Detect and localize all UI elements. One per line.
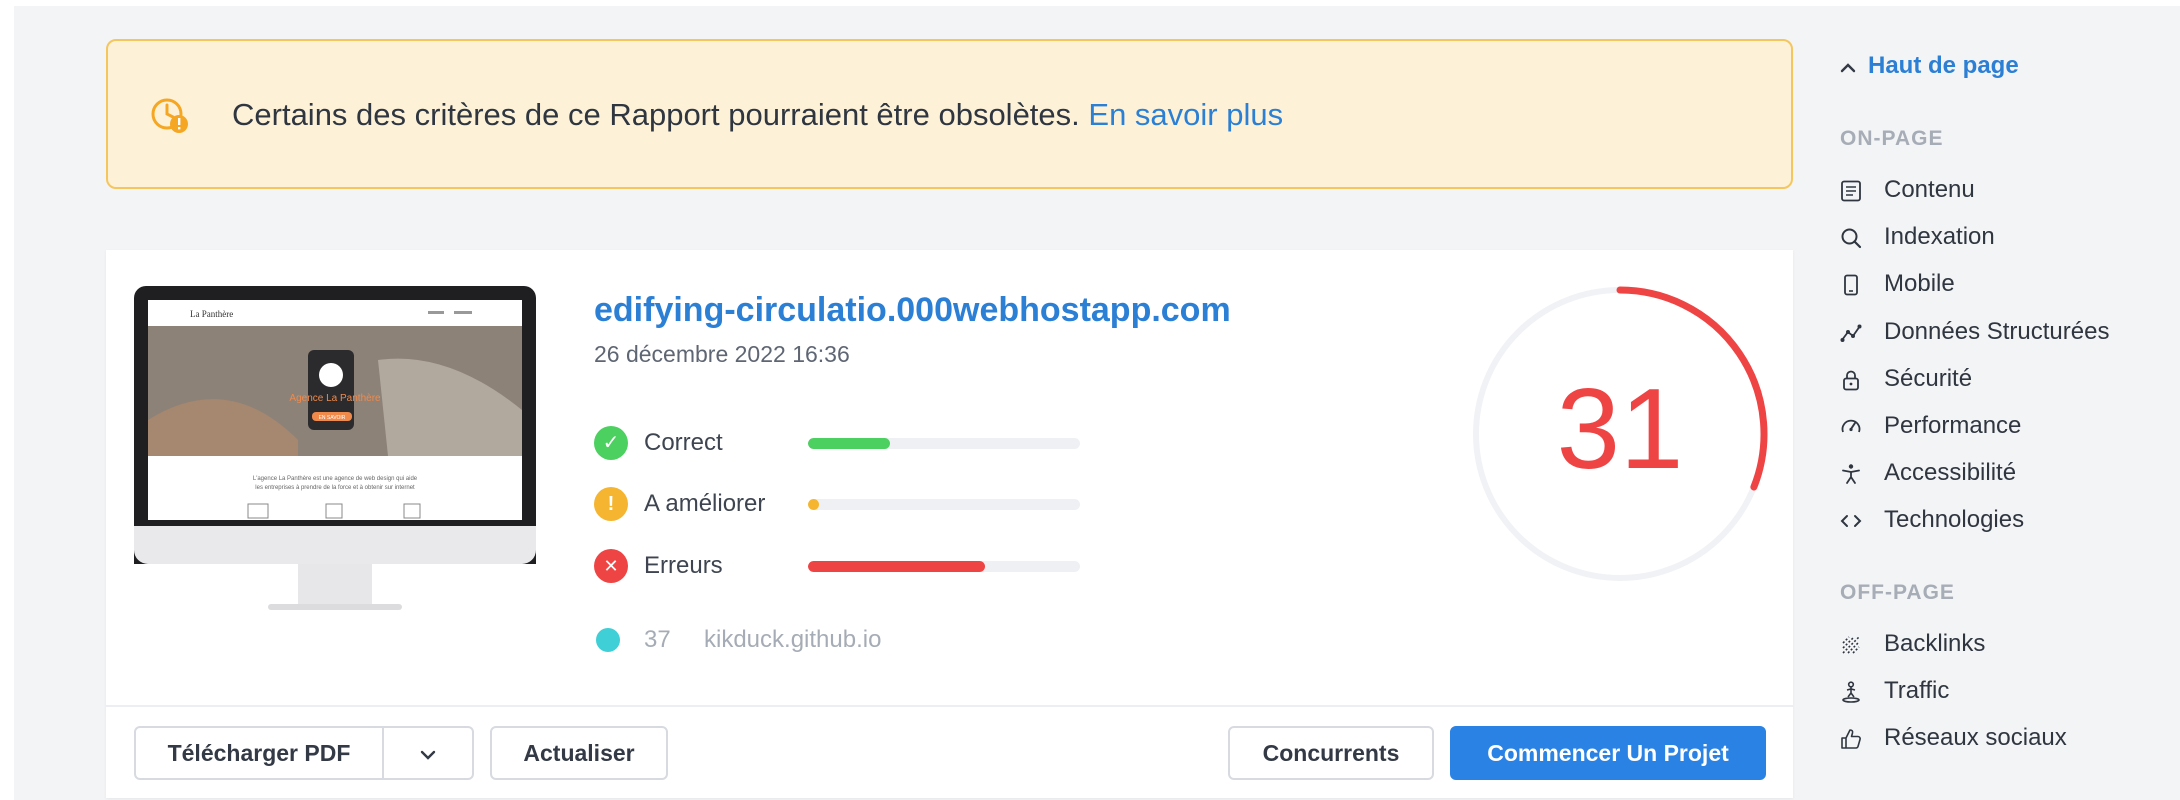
report-date: 26 décembre 2022 16:36 (594, 341, 850, 367)
thumb-cta: EN SAVOIR (319, 415, 346, 421)
nav-item-label: Performance (1884, 412, 2022, 439)
metric-bar-fill (808, 499, 819, 510)
metric-label: Erreurs (644, 552, 723, 579)
backlinks-icon (1842, 636, 1860, 654)
accessibility-icon (1842, 464, 1860, 484)
learn-more-link[interactable]: En savoir plus (1088, 97, 1283, 132)
competitor-score: 37 (644, 626, 671, 653)
start-project-button[interactable]: Commencer Un Projet (1450, 726, 1766, 780)
nav-item-traffic[interactable]: Traffic (1840, 671, 2160, 711)
mobile-phone-icon (1844, 274, 1858, 296)
search-icon (1841, 228, 1862, 249)
download-pdf-button[interactable]: Télécharger PDF (134, 726, 384, 780)
nav-item-technologies[interactable]: Technologies (1840, 500, 2160, 540)
speedometer-icon (1841, 419, 1861, 433)
nav-item-label: Technologies (1884, 506, 2025, 533)
monitor-base (268, 604, 402, 610)
page-background: Certains des critères de ce Rapport pour… (14, 6, 2180, 800)
back-to-top-link[interactable]: Haut de page (1840, 46, 2019, 86)
clock-alert-icon (151, 98, 188, 133)
screenshot-preview: La Panthère Agence La Panthère EN SAVOIR… (148, 300, 522, 520)
nav-item-label: Sécurité (1884, 365, 1973, 392)
site-screenshot-image: La Panthère Agence La Panthère EN SAVOIR… (148, 300, 522, 520)
card-actions: Télécharger PDF Actualiser Concurrents C… (106, 705, 1793, 798)
banner-message: Certains des critères de ce Rapport pour… (232, 93, 1283, 137)
metric-bar-track (808, 499, 1080, 510)
nav-item-label: Mobile (1884, 270, 1955, 297)
on-page-section-title: ON-PAGE (1840, 127, 1944, 150)
nav-item-mobile[interactable]: Mobile (1840, 264, 2160, 304)
document-icon (1841, 180, 1861, 202)
traffic-icon (1842, 681, 1860, 703)
check-icon: ✓ (594, 426, 628, 460)
nav-item-backlinks[interactable]: Backlinks (1840, 624, 2160, 664)
chevron-down-icon (420, 750, 436, 760)
monitor-stand (298, 564, 372, 606)
competitor-domain: kikduck.github.io (704, 626, 882, 653)
nav-item-security[interactable]: Sécurité (1840, 359, 2160, 399)
score-value: 31 (1556, 366, 1684, 493)
chevron-up-icon (1840, 46, 1868, 86)
metric-bar-fill (808, 438, 890, 449)
pdf-options-dropdown[interactable] (382, 726, 474, 780)
thumbs-up-icon (1841, 729, 1861, 749)
monitor-chin (134, 526, 536, 564)
site-url-link[interactable]: edifying-circulatio.000webhostapp.com (594, 288, 1231, 332)
off-page-section-title: OFF-PAGE (1840, 581, 1955, 604)
nav-item-label: Contenu (1884, 176, 1975, 203)
metric-bar-track (808, 561, 1080, 572)
lock-icon (1843, 370, 1859, 391)
code-icon (1840, 515, 1862, 527)
nav-item-structured-data[interactable]: Données Structurées (1840, 312, 2160, 352)
exclamation-icon: ! (594, 487, 628, 521)
nav-item-performance[interactable]: Performance (1840, 406, 2160, 446)
cross-icon: ✕ (594, 549, 628, 583)
nav-item-accessibility[interactable]: Accessibilité (1840, 453, 2160, 493)
thumb-blurb-1: L'agence La Panthère est une agence de w… (253, 476, 418, 482)
website-thumbnail[interactable]: La Panthère Agence La Panthère EN SAVOIR… (134, 286, 536, 616)
back-to-top-label: Haut de page (1868, 52, 2019, 79)
structured-data-icon (1840, 324, 1862, 342)
metric-label: Correct (644, 429, 723, 456)
nav-item-label: Réseaux sociaux (1884, 724, 2067, 751)
report-card: La Panthère Agence La Panthère EN SAVOIR… (106, 250, 1793, 798)
metric-bar-track (808, 438, 1080, 449)
nav-item-contenu[interactable]: Contenu (1840, 170, 2160, 210)
competitor-dot-icon (596, 628, 620, 652)
outdated-warning-banner: Certains des critères de ce Rapport pour… (106, 39, 1793, 189)
nav-item-label: Indexation (1884, 223, 1995, 250)
nav-item-label: Données Structurées (1884, 318, 2110, 345)
nav-item-label: Traffic (1884, 677, 1950, 704)
nav-item-indexation[interactable]: Indexation (1840, 217, 2160, 257)
competitors-button[interactable]: Concurrents (1228, 726, 1434, 780)
metric-label: A améliorer (644, 490, 766, 517)
banner-text: Certains des critères de ce Rapport pour… (232, 97, 1080, 132)
nav-item-label: Backlinks (1884, 630, 1986, 657)
thumb-headline: Agence La Panthère (289, 393, 381, 404)
nav-item-social[interactable]: Réseaux sociaux (1840, 718, 2160, 758)
thumb-blurb-2: les entreprises à prendre de la force et… (255, 485, 415, 491)
metric-bar-fill (808, 561, 985, 572)
nav-item-label: Accessibilité (1884, 459, 2017, 486)
refresh-button[interactable]: Actualiser (490, 726, 668, 780)
thumb-brand: La Panthère (190, 309, 233, 319)
